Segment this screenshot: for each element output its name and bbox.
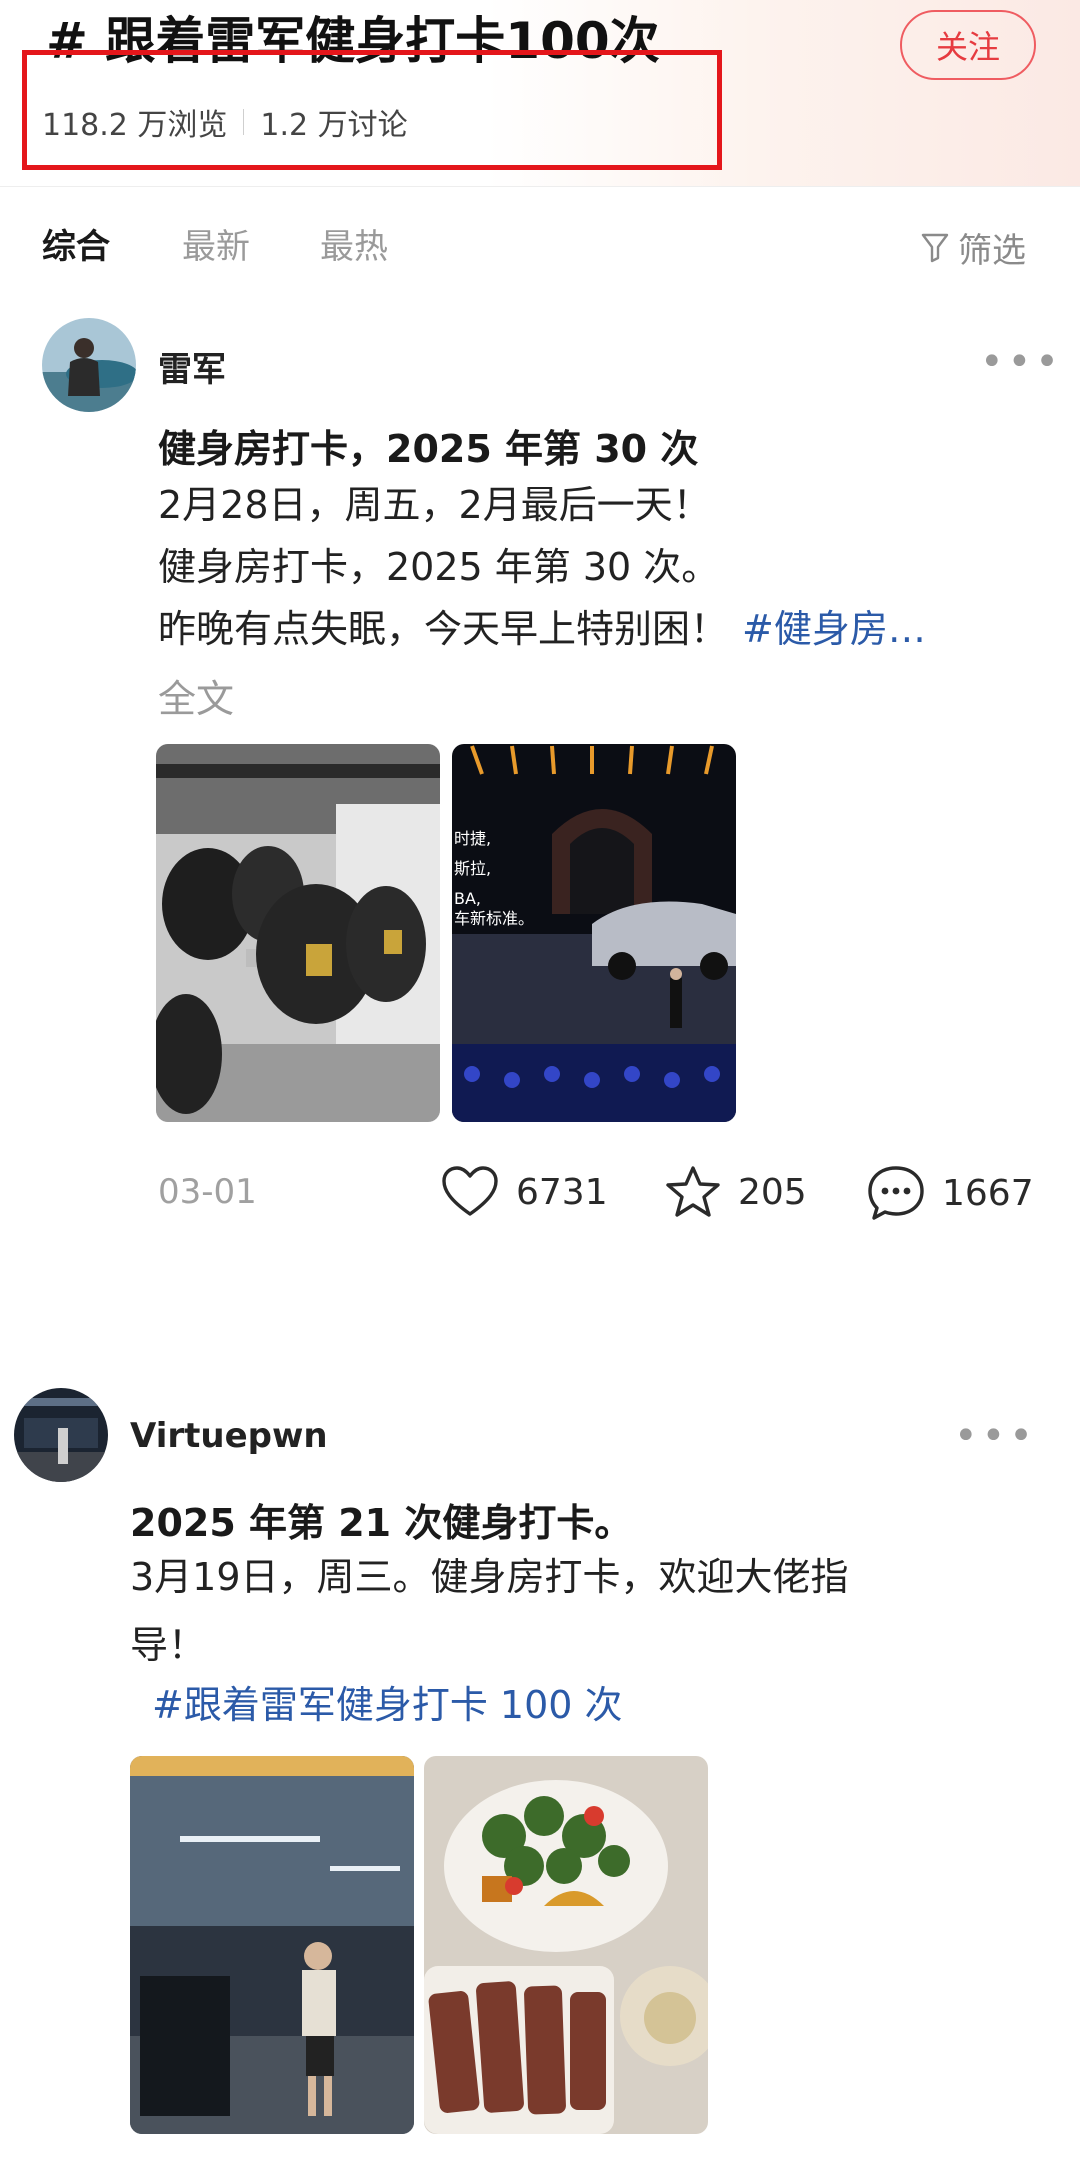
post-username[interactable]: Virtuepwn xyxy=(130,1416,328,1456)
full-text-link[interactable]: 全文 xyxy=(158,668,234,723)
highlight-annotation-box xyxy=(22,50,722,170)
comment-count: 1667 xyxy=(942,1172,1034,1214)
post-text-line: 昨晚有点失眠，今天早上特别困！ #健身房… xyxy=(158,598,926,660)
image-overlay-text: 时捷, xyxy=(454,829,491,848)
avatar[interactable] xyxy=(42,318,136,412)
post-image-dumbbells[interactable] xyxy=(156,744,440,1122)
more-dots-icon[interactable]: ••• xyxy=(954,1416,1037,1456)
like-count: 6731 xyxy=(516,1171,608,1213)
post-title: 2025 年第 21 次健身打卡。 xyxy=(130,1501,633,1545)
tab-hottest[interactable]: 最热 xyxy=(320,220,388,274)
follow-button[interactable]: 关注 xyxy=(900,10,1036,80)
favorite-count: 205 xyxy=(738,1171,807,1213)
filter-funnel-icon xyxy=(921,233,949,263)
heart-icon xyxy=(442,1166,498,1216)
post-date: 03-01 xyxy=(158,1172,257,1212)
post-image-car-launch[interactable]: 时捷, 斯拉, BA, 车新标准。 xyxy=(452,744,736,1122)
post-text-line: 健身房打卡，2025 年第 30 次。 xyxy=(158,545,720,589)
star-icon xyxy=(666,1166,720,1217)
tab-comprehensive[interactable]: 综合 xyxy=(42,220,110,274)
comment-button[interactable]: 1667 xyxy=(866,1164,1034,1222)
image-overlay-text: BA, xyxy=(454,889,481,908)
hashtag-link[interactable]: #健身房… xyxy=(742,607,926,651)
image-overlay-text: 车新标准。 xyxy=(454,909,534,928)
filter-label: 筛选 xyxy=(958,230,1026,271)
post-text-line: 3月19日，周三。健身房打卡，欢迎大佬指 xyxy=(130,1555,849,1599)
image-overlay-text: 斯拉, xyxy=(454,859,491,878)
post-text-segment: 昨晚有点失眠，今天早上特别困！ xyxy=(158,607,729,651)
post-text-line: 2月28日，周五，2月最后一天！ xyxy=(158,483,711,527)
tab-latest[interactable]: 最新 xyxy=(182,220,250,274)
post-text-line: 导！ xyxy=(130,1623,207,1667)
post-username[interactable]: 雷军 xyxy=(158,342,226,391)
more-dots-icon[interactable]: ••• xyxy=(980,342,1063,382)
hashtag-link[interactable]: #跟着雷军健身打卡 100 次 xyxy=(152,1674,623,1736)
post-image-gym-selfie[interactable] xyxy=(130,1756,414,2134)
post-title: 健身房打卡，2025 年第 30 次 xyxy=(158,427,699,471)
header-divider xyxy=(0,186,1080,187)
avatar[interactable] xyxy=(14,1388,108,1482)
favorite-button[interactable]: 205 xyxy=(664,1164,807,1220)
filter-button[interactable]: 筛选 xyxy=(920,220,1026,274)
like-button[interactable]: 6731 xyxy=(440,1164,608,1220)
chat-bubble-icon xyxy=(868,1166,924,1220)
post-image-meal[interactable] xyxy=(424,1756,708,2134)
